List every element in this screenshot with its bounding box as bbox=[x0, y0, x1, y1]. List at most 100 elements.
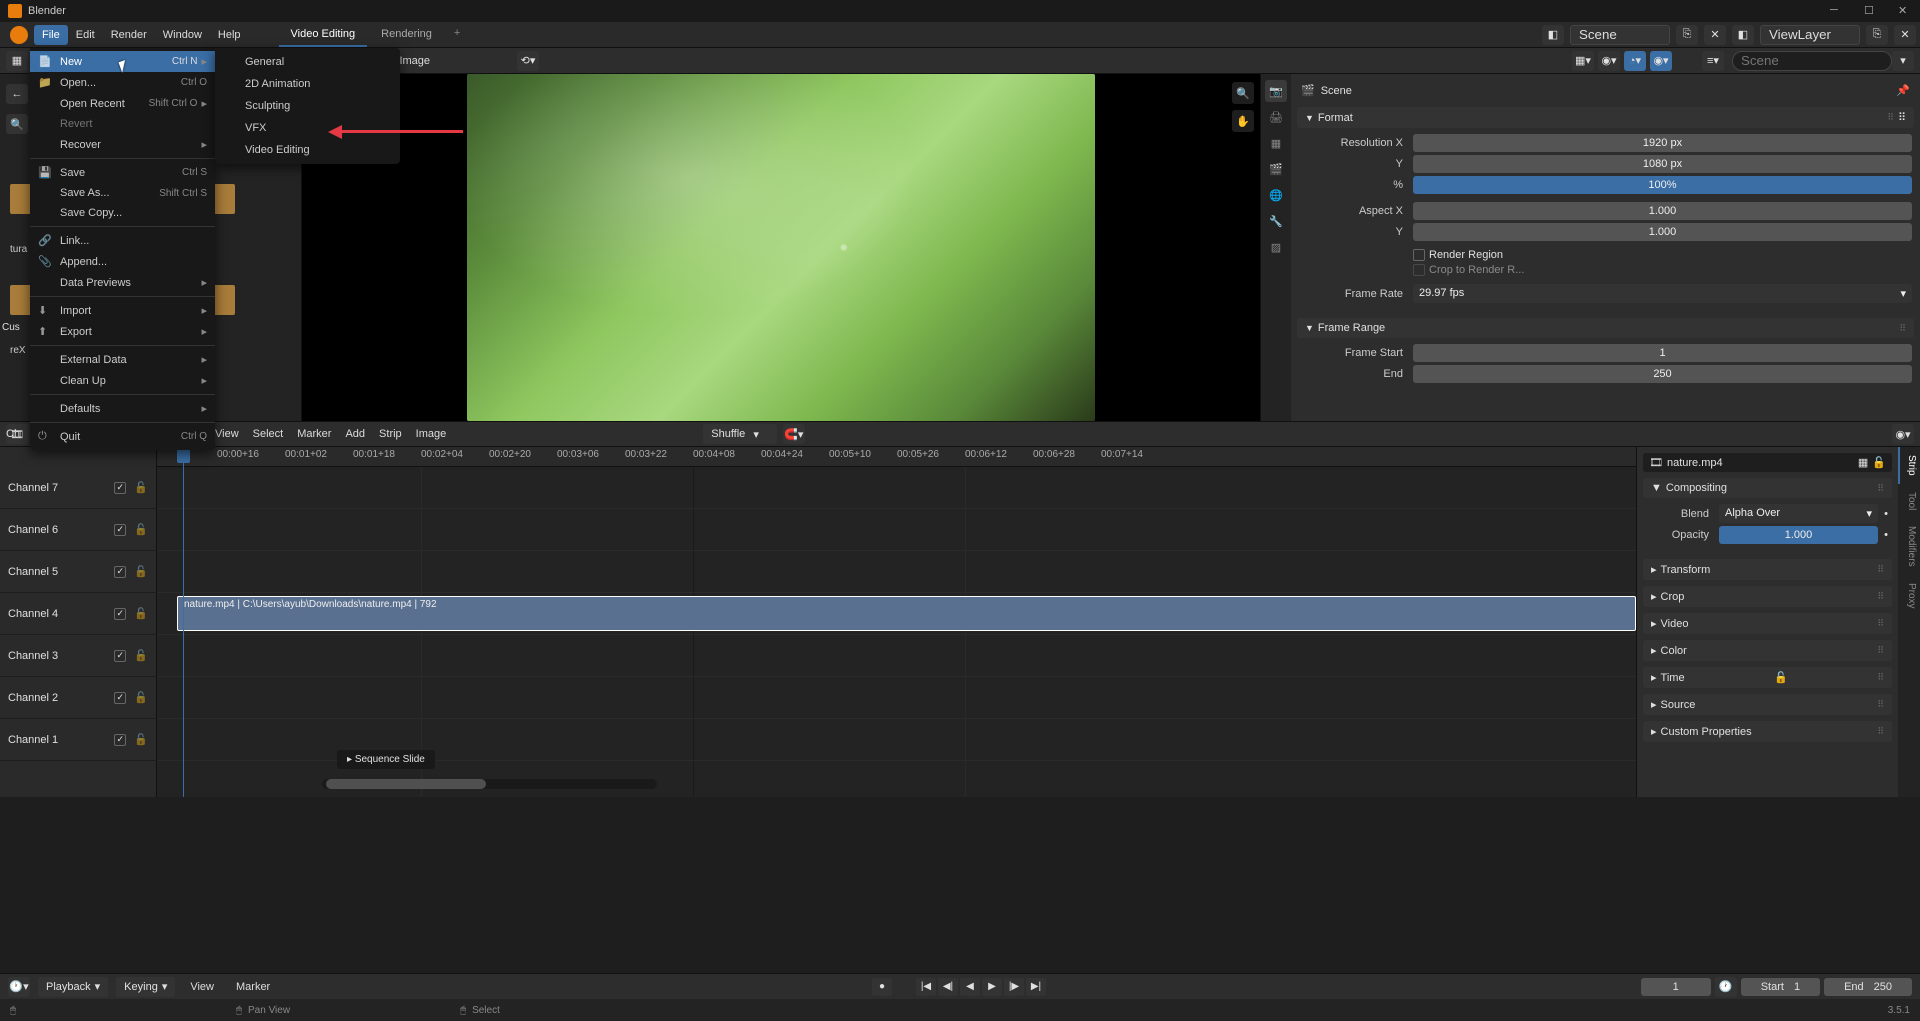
play-button[interactable]: ▶ bbox=[982, 978, 1002, 996]
start-frame-field[interactable]: Start1 bbox=[1741, 978, 1820, 996]
channel-lock-icon[interactable]: 🔓 bbox=[134, 607, 148, 620]
scene-tab-icon[interactable]: 🎬 bbox=[1265, 158, 1287, 180]
menu-file[interactable]: File bbox=[34, 25, 68, 45]
res-x-field[interactable]: 1920 px bbox=[1413, 134, 1912, 152]
maximize-button[interactable]: ☐ bbox=[1864, 4, 1878, 18]
framerate-dropdown[interactable]: 29.97 fps▾ bbox=[1413, 284, 1912, 303]
frame-range-panel-header[interactable]: ▼Frame Range⠿ bbox=[1297, 318, 1914, 338]
file-menu-save-as[interactable]: Save As...Shift Ctrl S bbox=[30, 183, 215, 203]
file-menu-append[interactable]: 📎Append... bbox=[30, 251, 215, 272]
timeline-area[interactable]: 00:00+16 00:01+02 00:01+18 00:02+04 00:0… bbox=[157, 447, 1636, 797]
jump-next-keyframe-button[interactable]: |▶ bbox=[1004, 978, 1024, 996]
time-ruler[interactable]: 00:00+16 00:01+02 00:01+18 00:02+04 00:0… bbox=[157, 447, 1636, 467]
time-panel-header[interactable]: ▸Time🔓⠿ bbox=[1643, 667, 1892, 688]
tool-tab-icon[interactable]: 🔧 bbox=[1265, 210, 1287, 232]
channel-mute-checkbox[interactable]: ✓ bbox=[114, 482, 126, 494]
file-menu-open-recent[interactable]: Open RecentShift Ctrl O▸ bbox=[30, 93, 215, 114]
timeline-menu-view[interactable]: View bbox=[183, 978, 221, 996]
scene-delete-button[interactable]: ✕ bbox=[1704, 25, 1726, 45]
video-strip[interactable]: nature.mp4 | C:\Users\ayub\Downloads\nat… bbox=[177, 596, 1636, 631]
play-reverse-button[interactable]: ◀ bbox=[960, 978, 980, 996]
render-region-checkbox[interactable] bbox=[1413, 249, 1425, 261]
seq-menu-add[interactable]: Add bbox=[338, 425, 372, 443]
timeline-editor-icon[interactable]: 🕐▾ bbox=[8, 977, 30, 997]
res-pct-field[interactable]: 100% bbox=[1413, 176, 1912, 194]
pan-icon[interactable]: ✋ bbox=[1232, 110, 1254, 132]
timeline-scrollbar[interactable] bbox=[322, 779, 657, 789]
workspace-tab-rendering[interactable]: Rendering bbox=[369, 23, 444, 47]
channel-lock-icon[interactable]: 🔓 bbox=[134, 565, 148, 578]
file-menu-import[interactable]: ⬇Import▸ bbox=[30, 300, 215, 321]
blend-dropdown[interactable]: Alpha Over▾ bbox=[1719, 504, 1878, 523]
video-panel-header[interactable]: ▸Video⠿ bbox=[1643, 613, 1892, 634]
viewlayer-tab-icon[interactable]: ▦ bbox=[1265, 132, 1287, 154]
gizmo-toggle-icon[interactable]: ▦▾ bbox=[1572, 51, 1594, 71]
jump-prev-keyframe-button[interactable]: ◀| bbox=[938, 978, 958, 996]
jump-start-button[interactable]: |◀ bbox=[916, 978, 936, 996]
new-2d-animation[interactable]: 2D Animation bbox=[215, 73, 400, 95]
blender-logo-icon[interactable] bbox=[10, 26, 28, 44]
end-frame-field[interactable]: End250 bbox=[1824, 978, 1912, 996]
file-menu-defaults[interactable]: Defaults▸ bbox=[30, 398, 215, 419]
menu-edit[interactable]: Edit bbox=[68, 25, 103, 45]
menu-window[interactable]: Window bbox=[155, 25, 210, 45]
frame-end-field[interactable]: 250 bbox=[1413, 365, 1912, 383]
channel-mute-checkbox[interactable]: ✓ bbox=[114, 734, 126, 746]
viewlayer-delete-button[interactable]: ✕ bbox=[1894, 25, 1916, 45]
scene-name-field[interactable] bbox=[1570, 25, 1670, 45]
scene-browse-icon[interactable]: ◧ bbox=[1542, 25, 1564, 45]
search-icon[interactable]: 🔍 bbox=[6, 114, 28, 134]
viewlayer-new-button[interactable]: ⎘ bbox=[1866, 25, 1888, 45]
filebrowser-editor-icon[interactable]: ▦ bbox=[6, 51, 28, 71]
file-menu-data-previews[interactable]: Data Previews▸ bbox=[30, 272, 215, 293]
viewlayer-name-field[interactable] bbox=[1760, 25, 1860, 45]
keying-dropdown[interactable]: Keying▾ bbox=[116, 977, 175, 997]
new-general[interactable]: General bbox=[215, 51, 400, 73]
file-menu-save[interactable]: 💾SaveCtrl S bbox=[30, 162, 215, 183]
new-sculpting[interactable]: Sculpting bbox=[215, 95, 400, 117]
menu-help[interactable]: Help bbox=[210, 25, 249, 45]
timeline-menu-marker[interactable]: Marker bbox=[229, 978, 277, 996]
seq-menu-select[interactable]: Select bbox=[246, 425, 291, 443]
file-menu-link[interactable]: 🔗Link... bbox=[30, 230, 215, 251]
compositing-panel-header[interactable]: ▼Compositing⠿ bbox=[1643, 478, 1892, 498]
aspect-x-field[interactable]: 1.000 bbox=[1413, 202, 1912, 220]
opacity-field[interactable]: 1.000 bbox=[1719, 526, 1878, 544]
props-display-icon[interactable]: ≡▾ bbox=[1702, 51, 1724, 71]
seq-menu-marker[interactable]: Marker bbox=[290, 425, 338, 443]
strip-mute-icon[interactable]: ▦ bbox=[1858, 456, 1868, 469]
new-video-editing[interactable]: Video Editing bbox=[215, 139, 400, 161]
playhead[interactable] bbox=[183, 447, 184, 797]
file-menu-external-data[interactable]: External Data▸ bbox=[30, 349, 215, 370]
format-panel-header[interactable]: ▼Format ⠿ ⠿ bbox=[1297, 107, 1914, 128]
proportional-edit-icon[interactable]: ◔▾ bbox=[1624, 51, 1646, 71]
channel-lock-icon[interactable]: 🔓 bbox=[134, 733, 148, 746]
modifiers-tab[interactable]: Modifiers bbox=[1898, 518, 1920, 575]
overlap-mode-dropdown[interactable]: Shuffle▾ bbox=[703, 424, 777, 444]
channel-lock-icon[interactable]: 🔓 bbox=[134, 691, 148, 704]
texture-tab-icon[interactable]: ▨ bbox=[1265, 236, 1287, 258]
seq-menu-strip[interactable]: Strip bbox=[372, 425, 409, 443]
workspace-add-button[interactable]: + bbox=[446, 23, 468, 47]
res-y-field[interactable]: 1080 px bbox=[1413, 155, 1912, 173]
file-menu-quit[interactable]: ⏻QuitCtrl Q bbox=[30, 426, 215, 447]
close-button[interactable]: ✕ bbox=[1898, 4, 1912, 18]
menu-render[interactable]: Render bbox=[103, 25, 155, 45]
channel-mute-checkbox[interactable]: ✓ bbox=[114, 524, 126, 536]
scene-new-button[interactable]: ⎘ bbox=[1676, 25, 1698, 45]
overlay-toggle-icon[interactable]: ◉▾ bbox=[1598, 51, 1620, 71]
file-menu-export[interactable]: ⬆Export▸ bbox=[30, 321, 215, 342]
aspect-y-field[interactable]: 1.000 bbox=[1413, 223, 1912, 241]
viewlayer-browse-icon[interactable]: ◧ bbox=[1732, 25, 1754, 45]
world-tab-icon[interactable]: 🌐 bbox=[1265, 184, 1287, 206]
snap-toggle-icon[interactable]: 🧲▾ bbox=[783, 424, 805, 444]
custom-props-panel-header[interactable]: ▸Custom Properties⠿ bbox=[1643, 721, 1892, 742]
current-frame-field[interactable]: 1 bbox=[1641, 978, 1711, 996]
use-preview-range-icon[interactable]: 🕐 bbox=[1715, 977, 1737, 997]
render-tab-icon[interactable]: 📷 bbox=[1265, 80, 1287, 102]
file-menu-clean-up[interactable]: Clean Up▸ bbox=[30, 370, 215, 391]
autokey-toggle[interactable]: ● bbox=[872, 978, 892, 996]
proxy-tab[interactable]: Proxy bbox=[1898, 575, 1920, 617]
zoom-icon[interactable]: 🔍 bbox=[1232, 82, 1254, 104]
channel-lock-icon[interactable]: 🔓 bbox=[134, 649, 148, 662]
